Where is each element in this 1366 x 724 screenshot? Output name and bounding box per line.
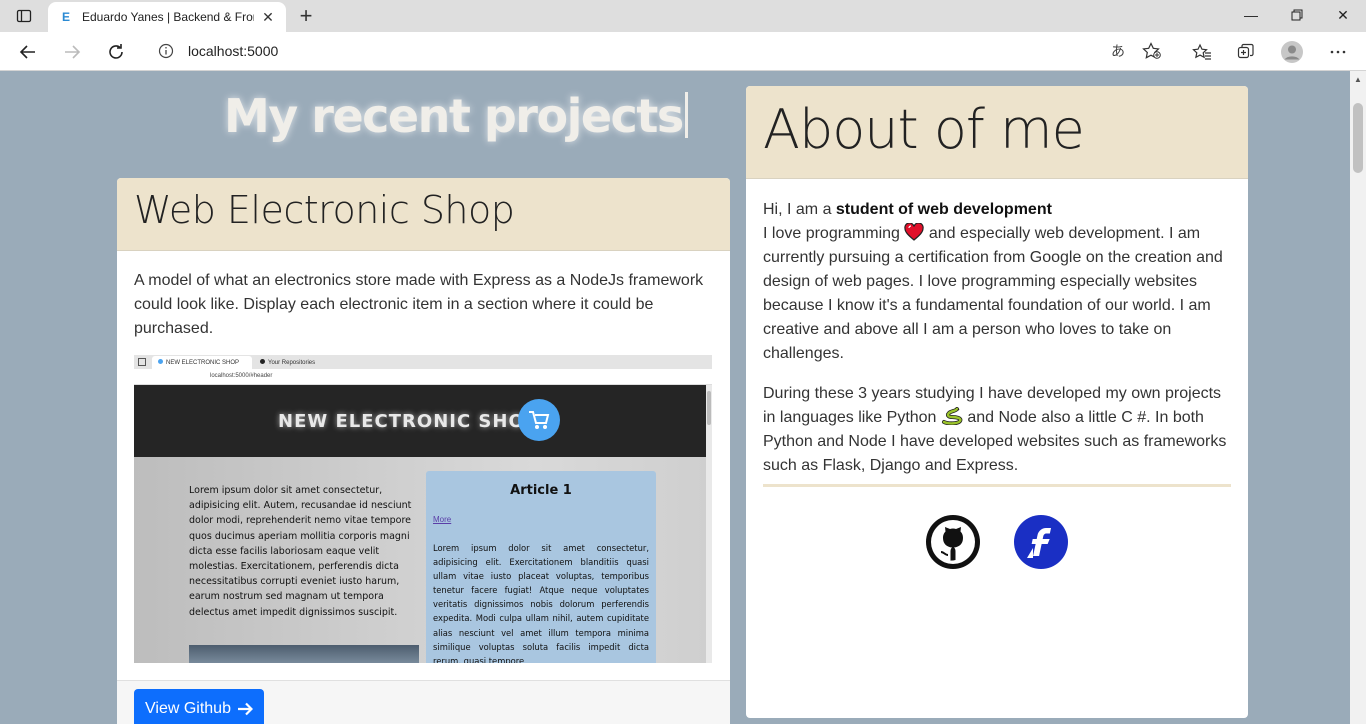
address-bar-icons: あ (1108, 42, 1162, 60)
screenshot-shop-title: NEW ELECTRONIC SHOP (278, 411, 539, 432)
site-info-icon[interactable] (158, 43, 174, 59)
project-card-footer: View Github (117, 680, 730, 724)
maximize-button[interactable] (1274, 0, 1320, 30)
screenshot-tab-bar: NEW ELECTRONIC SHOP Your Repositories (134, 355, 712, 369)
window-controls: — ✕ (1228, 0, 1366, 32)
about-divider (763, 484, 1231, 487)
collections-icon (1237, 43, 1254, 59)
favorites-button[interactable] (1188, 38, 1216, 66)
avatar-icon (1281, 41, 1303, 63)
about-body: Hi, I am a student of web development I … (746, 179, 1248, 478)
projects-heading: My recent projects (224, 89, 688, 143)
typing-cursor (684, 92, 688, 138)
settings-menu-button[interactable] (1324, 38, 1352, 66)
address-bar[interactable]: localhost:5000 あ (144, 36, 1174, 66)
new-tab-button[interactable]: + (294, 4, 318, 28)
project-title: Web Electronic Shop (134, 188, 515, 232)
snake-icon (941, 407, 963, 425)
collections-button[interactable] (1232, 38, 1260, 66)
page-scrollbar[interactable]: ▲ (1350, 71, 1366, 724)
heart-icon (904, 223, 925, 241)
cart-icon (518, 399, 560, 441)
minimize-button[interactable]: — (1228, 0, 1274, 30)
about-card-header: About of me (746, 86, 1248, 179)
tab-actions-button[interactable] (8, 4, 40, 28)
about-paragraph-1: Hi, I am a student of web development I … (763, 198, 1231, 366)
project-card: Web Electronic Shop A model of what an e… (117, 178, 730, 724)
screenshot-left-text: Lorem ipsum dolor sit amet consectetur, … (189, 485, 412, 618)
projects-heading-text: My recent projects (224, 89, 684, 143)
back-button[interactable] (14, 38, 42, 66)
social-links (746, 514, 1248, 570)
restore-icon (1291, 9, 1303, 21)
freecodecamp-icon[interactable] (1013, 514, 1069, 570)
screenshot-article-more-link: More (433, 515, 452, 524)
about-intro-bold: student of web development (835, 201, 1052, 218)
screenshot-tab-2: Your Repositories (254, 356, 350, 369)
screenshot-shop-body: Lorem ipsum dolor sit amet consectetur, … (134, 457, 706, 663)
project-card-header: Web Electronic Shop (117, 178, 730, 251)
arrow-right-icon (237, 702, 253, 716)
profile-button[interactable] (1278, 38, 1306, 66)
favorites-icon (1192, 43, 1211, 60)
read-aloud-icon[interactable]: あ (1108, 42, 1128, 60)
screenshot-mountain-image (189, 645, 419, 663)
tab-close-button[interactable]: ✕ (260, 9, 276, 25)
url-text: localhost:5000 (188, 43, 279, 59)
browser-toolbar: localhost:5000 あ (0, 32, 1366, 71)
about-intro-prefix: Hi, I am a (763, 201, 836, 218)
favicon-icon: E (61, 10, 70, 24)
about-title: About of me (763, 98, 1085, 161)
about-card: About of me Hi, I am a student of web de… (746, 86, 1248, 718)
screenshot-url: localhost:5000/#header (210, 373, 273, 379)
close-window-button[interactable]: ✕ (1320, 0, 1366, 30)
screenshot-article: Article 1 More Lorem ipsum dolor sit ame… (426, 471, 656, 663)
screenshot-shop-header: NEW ELECTRONIC SHOP (134, 385, 706, 457)
forward-button[interactable] (58, 38, 86, 66)
about-p1-a: I love programming (763, 225, 900, 242)
project-description: A model of what an electronics store mad… (134, 272, 704, 337)
browser-tab-active[interactable]: E Eduardo Yanes | Backend & Frontend ✕ (48, 2, 286, 32)
view-github-button[interactable]: View Github (134, 689, 264, 724)
screenshot-article-text: Lorem ipsum dolor sit amet consectetur, … (433, 543, 649, 663)
screenshot-scrollbar (706, 385, 712, 663)
github-icon[interactable] (925, 514, 981, 570)
refresh-icon (109, 44, 123, 59)
browser-tab-bar: E Eduardo Yanes | Backend & Frontend ✕ +… (0, 0, 1366, 32)
screenshot-tab-1: NEW ELECTRONIC SHOP (152, 356, 252, 369)
add-favorite-icon[interactable] (1142, 42, 1162, 60)
project-screenshot: NEW ELECTRONIC SHOP Your Repositories lo… (134, 355, 712, 663)
tab-title: Eduardo Yanes | Backend & Frontend (82, 10, 254, 24)
forward-arrow-icon (65, 45, 81, 59)
tab-actions-icon (16, 9, 32, 23)
screenshot-tab-actions-icon (138, 358, 146, 366)
back-arrow-icon (19, 45, 35, 59)
screenshot-address-bar: localhost:5000/#header (134, 369, 712, 385)
more-options-icon (1330, 50, 1346, 54)
about-p1-b: and especially web development. I am cur… (763, 225, 1223, 362)
page-viewport: My recent projects Web Electronic Shop A… (0, 71, 1350, 724)
scroll-up-arrow-icon[interactable]: ▲ (1350, 71, 1366, 87)
about-paragraph-2: During these 3 years studying I have dev… (763, 382, 1231, 478)
view-github-label: View Github (145, 700, 231, 717)
refresh-button[interactable] (102, 38, 130, 66)
screenshot-article-title: Article 1 (510, 483, 572, 498)
scrollbar-thumb[interactable] (1353, 103, 1363, 173)
